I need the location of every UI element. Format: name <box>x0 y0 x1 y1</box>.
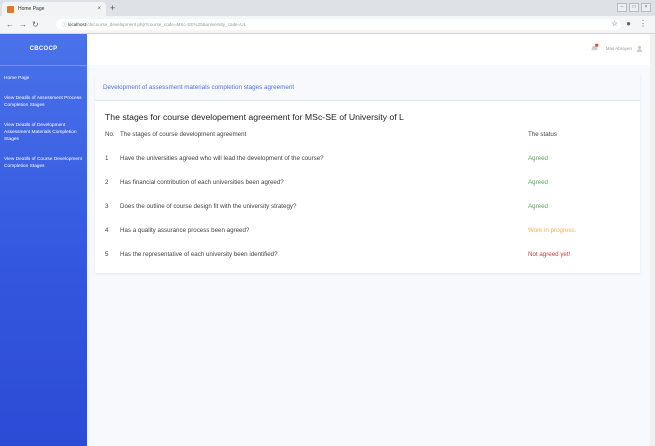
row-stage: Has a quality assurance process been agr… <box>120 227 250 234</box>
sidebar-item-course-development[interactable]: View Deatils of Course Development Compl… <box>4 156 83 170</box>
close-tab-icon[interactable]: × <box>97 6 101 12</box>
user-name: Mas Abrayen <box>605 46 632 51</box>
column-header-no: No. <box>105 131 115 138</box>
back-icon[interactable]: ← <box>6 20 14 29</box>
row-number: 1 <box>105 155 109 162</box>
minimize-icon[interactable]: – <box>617 3 627 12</box>
row-number: 4 <box>105 227 109 234</box>
sidebar-item-home[interactable]: Home Page <box>4 75 83 82</box>
favicon-icon <box>7 5 14 13</box>
url-path: /cb/course_development.php?course_code=M… <box>86 22 247 27</box>
row-number: 5 <box>105 251 109 258</box>
main-content: Development of assessment materials comp… <box>87 65 650 446</box>
profile-icon[interactable]: ● <box>626 19 631 28</box>
table-header-row: No. The stages of course development agr… <box>105 131 635 153</box>
top-header: Mas Abrayen <box>87 34 655 65</box>
url-host: localhost <box>67 22 87 27</box>
card-breadcrumb: Development of assessment materials comp… <box>103 84 295 91</box>
page-title: The stages for course developement agree… <box>105 112 404 122</box>
new-tab-button[interactable]: + <box>110 2 115 14</box>
table-row: 1 Have the universities agreed who will … <box>105 153 635 177</box>
row-stage: Has the representative of each universit… <box>120 251 278 258</box>
sidebar: CBCOCP Home Page View Deatils of Assessm… <box>0 34 87 446</box>
bookmark-star-icon[interactable]: ☆ <box>611 19 618 28</box>
column-header-status: The status <box>528 131 557 138</box>
row-number: 3 <box>105 203 109 210</box>
status-badge: Agreed <box>528 179 548 186</box>
browser-tab-title: Home Page <box>18 6 45 12</box>
card-header: Development of assessment materials comp… <box>95 73 640 101</box>
menu-kebab-icon[interactable]: ⋮ <box>639 19 647 28</box>
sidebar-menu: Home Page View Deatils of Assessment Pro… <box>0 66 87 170</box>
user-avatar-icon <box>636 45 643 52</box>
browser-tab[interactable]: Home Page × <box>2 2 106 16</box>
table-row: 2 Has financial contribution of each uni… <box>105 177 635 201</box>
user-menu[interactable]: Mas Abrayen <box>606 45 643 52</box>
window-controls: – □ × <box>617 3 651 12</box>
page-scrollbar[interactable] <box>650 34 655 446</box>
forward-icon[interactable]: → <box>19 20 27 29</box>
url-input[interactable]: ⓘ localhost/cb/course_development.php?co… <box>56 19 621 30</box>
column-header-stage: The stages of course development agreeme… <box>120 131 247 138</box>
brand-logo[interactable]: CBCOCP <box>0 34 87 66</box>
stages-card: Development of assessment materials comp… <box>95 73 640 273</box>
row-stage: Has financial contribution of each unive… <box>120 179 284 186</box>
table-row: 3 Does the outline of course design fit … <box>105 201 635 225</box>
table-row: 4 Has a quality assurance process been a… <box>105 225 635 249</box>
address-bar-row: ← → ↻ ⓘ localhost/cb/course_development.… <box>0 16 655 34</box>
browser-tab-bar: Home Page × + – □ × <box>0 0 655 16</box>
status-badge: Not agreed yet! <box>528 251 571 258</box>
sidebar-item-assessment-process[interactable]: View Deatils of Assessment Process Compl… <box>4 95 83 109</box>
status-badge: Work in progress. <box>528 227 577 234</box>
sidebar-item-development-assessment[interactable]: View Deatils of Development Assessment M… <box>4 122 83 143</box>
close-window-icon[interactable]: × <box>641 3 651 12</box>
stages-table: No. The stages of course development agr… <box>105 131 635 273</box>
reload-icon[interactable]: ↻ <box>32 20 39 29</box>
notification-bell-icon[interactable] <box>590 43 599 52</box>
row-number: 2 <box>105 179 109 186</box>
status-badge: Agreed <box>528 203 548 210</box>
maximize-icon[interactable]: □ <box>629 3 639 12</box>
row-stage: Does the outline of course design fit wi… <box>120 203 297 210</box>
row-stage: Have the universities agreed who will le… <box>120 155 324 162</box>
table-row: 5 Has the representative of each univers… <box>105 249 635 273</box>
status-badge: Agreed <box>528 155 548 162</box>
